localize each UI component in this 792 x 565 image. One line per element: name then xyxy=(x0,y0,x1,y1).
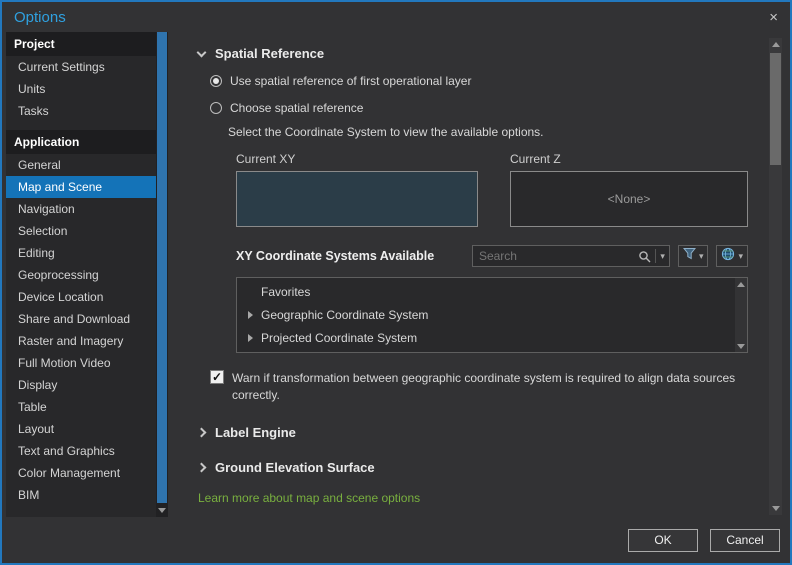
dialog-title: Options xyxy=(14,8,66,26)
chevron-right-icon xyxy=(196,427,207,438)
cancel-button[interactable]: Cancel xyxy=(710,528,780,552)
sidebar-item-color-management[interactable]: Color Management xyxy=(6,462,156,484)
sidebar-item-current-settings[interactable]: Current Settings xyxy=(6,56,156,78)
main-scroll-up-button[interactable] xyxy=(769,38,782,51)
sidebar-item-layout[interactable]: Layout xyxy=(6,418,156,440)
sidebar-section-application: Application xyxy=(6,130,156,154)
scroll-up-icon xyxy=(737,281,745,287)
current-xy-column: Current XY xyxy=(236,152,478,227)
list-item-label: Geographic Coordinate System xyxy=(261,307,429,322)
section-ground-elevation-header[interactable]: Ground Elevation Surface xyxy=(196,459,746,475)
sidebar-item-editing[interactable]: Editing xyxy=(6,242,156,264)
main-scrollbar[interactable] xyxy=(769,38,782,515)
options-dialog: Options × Project Current Settings Units… xyxy=(0,0,792,565)
scroll-down-icon xyxy=(737,343,745,349)
list-item-label: Projected Coordinate System xyxy=(261,330,418,345)
filter-icon xyxy=(682,247,696,265)
section-title: Label Engine xyxy=(215,424,296,440)
ok-button[interactable]: OK xyxy=(628,528,698,552)
radio-button-unselected[interactable] xyxy=(210,102,222,114)
titlebar: Options × xyxy=(2,2,790,32)
list-item-projected[interactable]: Projected Coordinate System xyxy=(238,326,733,349)
learn-more-link[interactable]: Learn more about map and scene options xyxy=(198,491,746,505)
section-label-engine-header[interactable]: Label Engine xyxy=(196,424,746,440)
globe-button[interactable]: ▾ xyxy=(716,245,748,267)
list-scroll-up-button[interactable] xyxy=(735,278,747,290)
current-xy-label: Current XY xyxy=(236,152,296,166)
search-icon xyxy=(634,250,655,263)
warn-transformation-row: ✓ Warn if transformation between geograp… xyxy=(210,370,746,405)
warn-checkbox-label: Warn if transformation between geographi… xyxy=(232,371,736,403)
sidebar-item-selection[interactable]: Selection xyxy=(6,220,156,242)
coordinate-system-list: Favorites Geographic Coordinate System P… xyxy=(236,277,748,353)
sidebar-section-project: Project xyxy=(6,32,156,56)
radio-button-selected[interactable] xyxy=(210,75,222,87)
list-scrollbar[interactable] xyxy=(735,278,747,352)
scroll-down-icon xyxy=(158,508,166,513)
sidebar-item-general[interactable]: General xyxy=(6,154,156,176)
sidebar-item-geoprocessing[interactable]: Geoprocessing xyxy=(6,264,156,286)
sidebar: Project Current Settings Units Tasks App… xyxy=(2,32,168,517)
sidebar-scrollbar-thumb[interactable] xyxy=(157,32,167,503)
sidebar-item-table[interactable]: Table xyxy=(6,396,156,418)
main-scrollbar-thumb[interactable] xyxy=(770,53,781,165)
list-item-geographic[interactable]: Geographic Coordinate System xyxy=(238,303,733,326)
scroll-down-icon xyxy=(771,506,780,511)
main-panel: Spatial Reference Use spatial reference … xyxy=(168,32,790,517)
chevron-right-icon xyxy=(196,462,207,473)
sidebar-item-bim[interactable]: BIM xyxy=(6,484,156,506)
filter-caret-icon: ▾ xyxy=(698,250,704,261)
current-z-column: Current Z <None> xyxy=(510,152,748,227)
sidebar-item-text-and-graphics[interactable]: Text and Graphics xyxy=(6,440,156,462)
globe-icon xyxy=(721,247,735,266)
filter-button[interactable]: ▾ xyxy=(677,245,709,267)
sidebar-scroll-down-button[interactable] xyxy=(156,504,168,517)
sidebar-list: Project Current Settings Units Tasks App… xyxy=(6,32,156,517)
main-scroll-down-button[interactable] xyxy=(769,502,782,515)
sidebar-item-device-location[interactable]: Device Location xyxy=(6,286,156,308)
sidebar-item-navigation[interactable]: Navigation xyxy=(6,198,156,220)
dialog-body: Project Current Settings Units Tasks App… xyxy=(2,32,790,517)
warn-checkbox[interactable]: ✓ xyxy=(210,370,224,384)
current-xy-box xyxy=(236,171,478,227)
sidebar-item-full-motion-video[interactable]: Full Motion Video xyxy=(6,352,156,374)
dialog-footer: OK Cancel xyxy=(2,517,790,563)
main-content: Spatial Reference Use spatial reference … xyxy=(196,46,748,505)
sidebar-item-tasks[interactable]: Tasks xyxy=(6,100,156,122)
sidebar-scrollbar[interactable] xyxy=(156,32,168,517)
list-scroll-down-button[interactable] xyxy=(735,340,747,352)
coordinate-list-rows: Favorites Geographic Coordinate System P… xyxy=(238,280,733,349)
sidebar-item-display[interactable]: Display xyxy=(6,374,156,396)
sidebar-item-share-and-download[interactable]: Share and Download xyxy=(6,308,156,330)
chevron-down-icon xyxy=(196,47,207,57)
radio-choose-label: Choose spatial reference xyxy=(230,101,364,115)
radio-choose-spatial[interactable]: Choose spatial reference xyxy=(210,101,746,115)
expander-right-icon[interactable] xyxy=(248,333,253,342)
close-icon[interactable]: × xyxy=(769,10,778,25)
list-item-label: Favorites xyxy=(261,284,311,299)
globe-caret-icon: ▾ xyxy=(738,250,743,261)
radio-first-layer[interactable]: Use spatial reference of first operation… xyxy=(210,74,746,88)
search-box: ▾ xyxy=(471,245,670,267)
current-z-label: Current Z xyxy=(510,152,561,166)
section-spatial-reference-header[interactable]: Spatial Reference xyxy=(196,46,746,61)
current-z-value: <None> xyxy=(607,192,651,206)
search-input[interactable] xyxy=(472,249,635,263)
sidebar-item-units[interactable]: Units xyxy=(6,78,156,100)
scroll-up-icon xyxy=(771,42,780,47)
xy-available-label: XY Coordinate Systems Available xyxy=(236,249,435,263)
current-z-box: <None> xyxy=(510,171,748,227)
current-coordinate-columns: Current XY Current Z <None> xyxy=(236,152,748,227)
xy-available-row: XY Coordinate Systems Available ▾ ▾ xyxy=(236,245,748,267)
sidebar-item-map-and-scene[interactable]: Map and Scene xyxy=(6,176,156,198)
sidebar-item-raster-and-imagery[interactable]: Raster and Imagery xyxy=(6,330,156,352)
section-title: Ground Elevation Surface xyxy=(215,459,375,475)
expander-right-icon[interactable] xyxy=(248,310,253,319)
section-title: Spatial Reference xyxy=(215,46,325,61)
radio-first-layer-label: Use spatial reference of first operation… xyxy=(230,74,472,88)
coordinate-helper-text: Select the Coordinate System to view the… xyxy=(228,125,544,139)
search-caret-icon[interactable]: ▾ xyxy=(656,251,669,261)
list-item-favorites[interactable]: Favorites xyxy=(238,280,733,303)
